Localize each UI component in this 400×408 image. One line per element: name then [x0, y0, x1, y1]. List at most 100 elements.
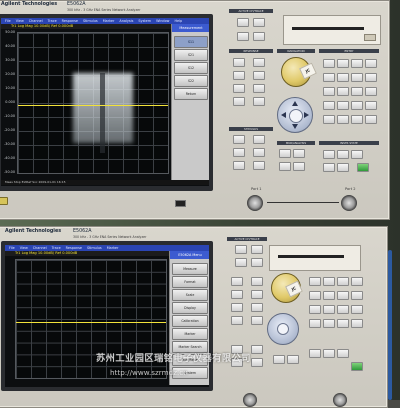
- num-key[interactable]: [323, 101, 335, 110]
- resp-key-5[interactable]: [233, 84, 245, 93]
- trace-next-key[interactable]: [251, 258, 263, 267]
- num-key[interactable]: [351, 101, 363, 110]
- softkey-format[interactable]: Format: [172, 276, 208, 288]
- arrow-left-icon[interactable]: [281, 112, 286, 118]
- num-key[interactable]: [365, 115, 377, 124]
- stim-key-2[interactable]: [251, 345, 263, 354]
- menu-view[interactable]: View: [20, 246, 28, 250]
- instr-key-4[interactable]: [323, 163, 335, 172]
- menu-help[interactable]: Help: [174, 19, 182, 23]
- menu-trace[interactable]: Trace: [52, 246, 61, 250]
- ch-prev-key[interactable]: [237, 18, 249, 27]
- softkey-return[interactable]: Return: [174, 88, 208, 100]
- num-key[interactable]: [323, 319, 335, 328]
- menu-marker[interactable]: Marker: [103, 19, 115, 23]
- num-key[interactable]: [351, 291, 363, 300]
- stim-key-1[interactable]: [233, 135, 245, 144]
- port2-connector[interactable]: [341, 195, 357, 211]
- menu-analysis[interactable]: Analysis: [119, 19, 133, 23]
- mkr-key-1[interactable]: [273, 355, 285, 364]
- menu-system[interactable]: System: [138, 19, 151, 23]
- num-key[interactable]: [323, 73, 335, 82]
- resp-key-2[interactable]: [251, 277, 263, 286]
- resp-key-3[interactable]: [233, 71, 245, 80]
- stim-key-4[interactable]: [251, 358, 263, 367]
- num-key[interactable]: [337, 305, 349, 314]
- num-key[interactable]: [337, 319, 349, 328]
- resp-key-2[interactable]: [253, 58, 265, 67]
- num-key[interactable]: [337, 59, 349, 68]
- num-key[interactable]: [323, 291, 335, 300]
- num-key[interactable]: [337, 291, 349, 300]
- softkey-calibration[interactable]: Calibration: [172, 315, 208, 327]
- num-key[interactable]: [351, 59, 363, 68]
- port2-connector[interactable]: [333, 393, 347, 407]
- floppy-eject-button[interactable]: [364, 34, 376, 41]
- num-key[interactable]: [365, 101, 377, 110]
- menu-stimulus[interactable]: Stimulus: [87, 246, 102, 250]
- instr-key-3[interactable]: [337, 349, 349, 358]
- enter-key[interactable]: [277, 323, 289, 335]
- menu-marker[interactable]: Marker: [107, 246, 119, 250]
- menu-response[interactable]: Response: [62, 19, 78, 23]
- mkr-key-2[interactable]: [287, 355, 299, 364]
- num-key[interactable]: [323, 305, 335, 314]
- num-key[interactable]: [337, 73, 349, 82]
- arrow-down-icon[interactable]: [292, 124, 298, 129]
- num-key[interactable]: [365, 73, 377, 82]
- arrow-up-icon[interactable]: [292, 101, 298, 106]
- instr-key-5[interactable]: [337, 163, 349, 172]
- menu-channel[interactable]: Channel: [29, 19, 43, 23]
- enter-key[interactable]: [289, 109, 303, 123]
- port1-connector[interactable]: [243, 393, 257, 407]
- menu-file[interactable]: File: [5, 19, 11, 23]
- mkr-key-4[interactable]: [293, 162, 305, 171]
- trace-next-key[interactable]: [253, 32, 265, 41]
- num-key[interactable]: [309, 291, 321, 300]
- mkr-key-3[interactable]: [279, 162, 291, 171]
- resp-key-6[interactable]: [253, 84, 265, 93]
- num-key[interactable]: [309, 319, 321, 328]
- resp-key-6[interactable]: [251, 303, 263, 312]
- num-key[interactable]: [351, 115, 363, 124]
- softkey-measure[interactable]: Measure: [172, 263, 208, 275]
- resp-key-3[interactable]: [231, 290, 243, 299]
- resp-key-8[interactable]: [253, 97, 265, 106]
- instr-key-1[interactable]: [323, 150, 335, 159]
- softkey-scale[interactable]: Scale: [172, 289, 208, 301]
- nav-arrow-pad[interactable]: [267, 313, 299, 345]
- num-key[interactable]: [337, 115, 349, 124]
- num-key[interactable]: [337, 87, 349, 96]
- menu-file[interactable]: File: [9, 246, 15, 250]
- softkey-s11[interactable]: S11: [174, 36, 208, 48]
- ch-prev-key[interactable]: [235, 245, 247, 254]
- menu-trace[interactable]: Trace: [48, 19, 57, 23]
- mkr-key-1[interactable]: [279, 149, 291, 158]
- port1-connector[interactable]: [247, 195, 263, 211]
- num-key[interactable]: [351, 73, 363, 82]
- ch-next-key[interactable]: [253, 18, 265, 27]
- softkey-s21[interactable]: S21: [174, 49, 208, 61]
- num-key[interactable]: [351, 277, 363, 286]
- menu-channel[interactable]: Channel: [33, 246, 47, 250]
- arrow-right-icon[interactable]: [304, 112, 309, 118]
- num-key[interactable]: [351, 305, 363, 314]
- softkey-marker[interactable]: Marker: [172, 328, 208, 340]
- resp-key-8[interactable]: [251, 316, 263, 325]
- num-key[interactable]: [323, 277, 335, 286]
- num-key[interactable]: [365, 59, 377, 68]
- num-key[interactable]: [323, 59, 335, 68]
- resp-key-1[interactable]: [233, 58, 245, 67]
- instr-key-1[interactable]: [309, 349, 321, 358]
- resp-key-5[interactable]: [231, 303, 243, 312]
- instr-key-2[interactable]: [337, 150, 349, 159]
- stim-key-6[interactable]: [253, 161, 265, 170]
- num-key[interactable]: [309, 277, 321, 286]
- top-usb-port[interactable]: [175, 200, 186, 207]
- ch-next-key[interactable]: [251, 245, 263, 254]
- stim-key-5[interactable]: [233, 161, 245, 170]
- num-key[interactable]: [365, 87, 377, 96]
- menu-response[interactable]: Response: [66, 246, 82, 250]
- instr-key-2[interactable]: [323, 349, 335, 358]
- num-key[interactable]: [309, 305, 321, 314]
